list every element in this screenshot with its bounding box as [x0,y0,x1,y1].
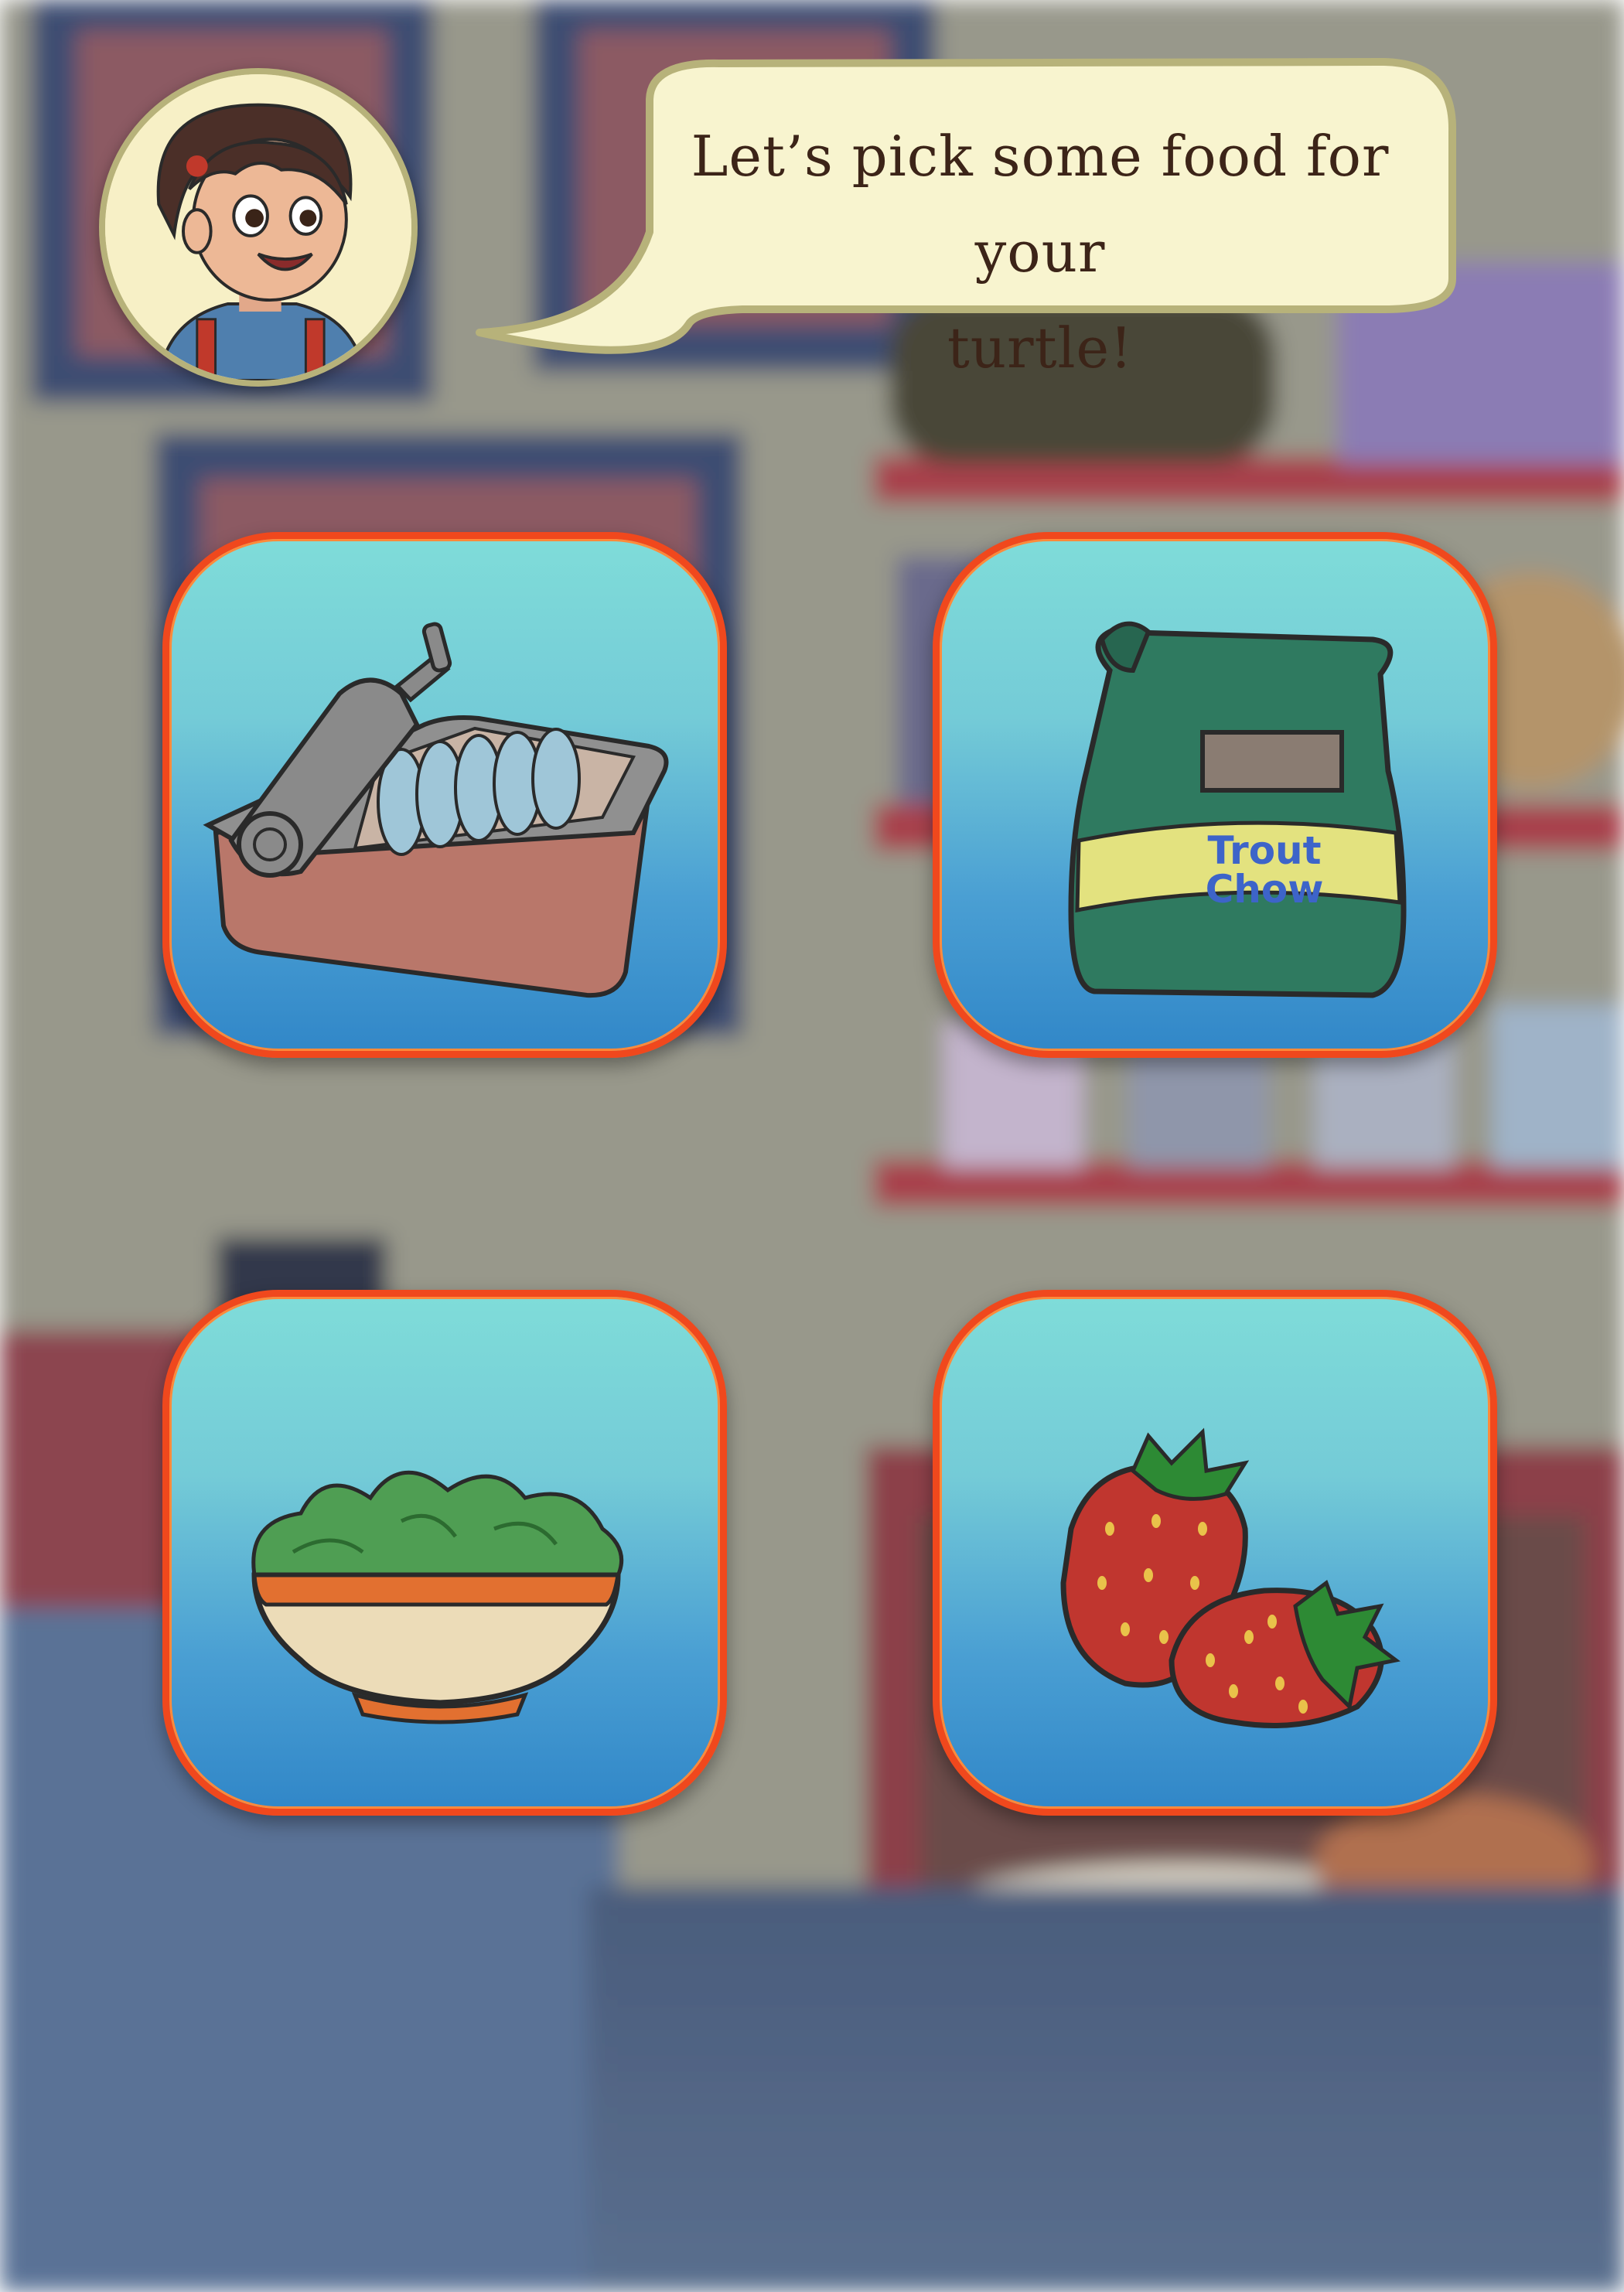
sardine-can-icon [203,622,669,998]
food-option-strawberries-button[interactable] [933,1290,1497,1816]
food-option-lettuce-button[interactable] [162,1290,727,1816]
bag-label-chow: Chow [1206,867,1324,912]
lettuce-bowl-icon [251,1470,624,1724]
trout-chow-bag-icon: Trout Chow [1068,621,1407,998]
food-option-sardines-button[interactable] [162,532,727,1058]
strawberries-icon [1060,1427,1401,1728]
dialog-line-1: Let’s pick some food for your [691,124,1390,285]
game-scene: Let’s pick some food for your turtle! Tr… [0,0,1624,2292]
dialog-text: Let’s pick some food for your turtle! [642,108,1438,396]
girl-character-icon [105,74,411,380]
food-option-trout-chow-button[interactable]: Trout Chow [933,532,1497,1058]
character-portrait [99,68,418,387]
dialog-line-2: turtle! [947,315,1134,380]
